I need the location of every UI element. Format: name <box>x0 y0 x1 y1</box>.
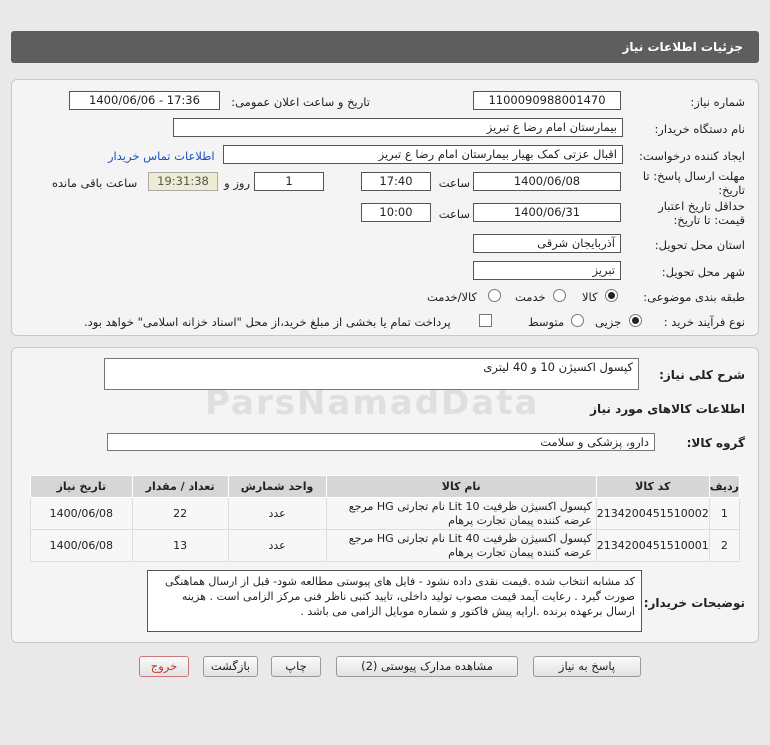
table-row: 1 2134200451510002 کپسول اکسیژن ظرفیت Li… <box>30 497 741 530</box>
row-qty: 22 <box>131 497 229 530</box>
deadline-label-line1: مهلت ارسال پاسخ: تا <box>642 169 745 183</box>
exit-button[interactable]: خروج <box>139 656 189 677</box>
category-service-label: خدمت <box>515 290 546 304</box>
process-minor-label: جزیی <box>595 315 622 329</box>
row-date: 1400/06/08 <box>30 497 133 530</box>
col-header-unit: واحد شمارش <box>227 475 327 498</box>
creator-label: ایجاد کننده درخواست: <box>639 149 745 163</box>
page-title: جزئیات اطلاعات نیاز <box>622 40 743 54</box>
process-minor-radio[interactable] <box>629 314 642 327</box>
row-unit: عدد <box>227 529 327 562</box>
back-button[interactable]: بازگشت <box>203 656 258 677</box>
announce-datetime-label: تاریخ و ساعت اعلان عمومی: <box>231 95 370 109</box>
col-header-index: ردیف <box>708 475 741 498</box>
buyer-org-field: بیمارستان امام رضا ع تبریز <box>173 118 623 137</box>
announce-datetime-field: 1400/06/06 - 17:36 <box>69 91 220 110</box>
goods-group-label: گروه کالا: <box>686 436 745 450</box>
remaining-days-field: 1 <box>254 172 324 191</box>
print-button[interactable]: چاپ <box>271 656 321 677</box>
validity-time-field: 10:00 <box>361 203 431 222</box>
remaining-time-field: 19:31:38 <box>148 172 218 191</box>
remaining-time-label: ساعت باقی مانده <box>52 176 138 190</box>
validity-label-line2: قیمت: تا تاریخ: <box>673 213 745 227</box>
need-number-field: 1100090988001470 <box>473 91 621 110</box>
validity-time-label: ساعت <box>438 207 470 221</box>
deadline-time-field: 17:40 <box>361 172 431 191</box>
reply-button[interactable]: پاسخ به نیاز <box>533 656 641 677</box>
process-medium-radio[interactable] <box>571 314 584 327</box>
col-header-date: تاریخ نیاز <box>30 475 133 498</box>
row-code: 2134200451510002 <box>595 497 710 530</box>
category-goods-radio[interactable] <box>605 289 618 302</box>
summary-field: کپسول اکسیژن 10 و 40 لیتری <box>104 358 639 390</box>
row-code: 2134200451510001 <box>595 529 710 562</box>
table-row: 2 2134200451510001 کپسول اکسیژن ظرفیت Li… <box>30 529 741 562</box>
process-type-label: نوع فرآیند خرید : <box>663 315 745 329</box>
deadline-time-label: ساعت <box>438 176 470 190</box>
goods-table: ردیف کد کالا نام کالا واحد شمارش تعداد /… <box>30 475 741 562</box>
category-label: طبقه بندی موضوعی: <box>643 290 745 304</box>
col-header-qty: تعداد / مقدار <box>131 475 229 498</box>
row-qty: 13 <box>131 529 229 562</box>
row-name: کپسول اکسیژن ظرفیت Lit 40 نام تجارتی HG … <box>325 529 597 562</box>
page-header: جزئیات اطلاعات نیاز <box>11 31 759 63</box>
col-header-name: نام کالا <box>325 475 597 498</box>
treasury-payment-checkbox[interactable] <box>479 314 492 327</box>
category-goods-service-label: کالا/خدمت <box>427 290 478 304</box>
deadline-label-line2: تاریخ: <box>718 183 745 197</box>
goods-table-header: ردیف کد کالا نام کالا واحد شمارش تعداد /… <box>30 475 741 498</box>
view-attachments-button[interactable]: مشاهده مدارک پیوستی (2) <box>336 656 518 677</box>
buyer-notes-label: توضیحات خریدار: <box>643 596 745 610</box>
row-name: کپسول اکسیژن ظرفیت Lit 10 نام تجارتی HG … <box>325 497 597 530</box>
buyer-contact-link[interactable]: اطلاعات تماس خریدار <box>108 149 215 163</box>
validity-date-field: 1400/06/31 <box>473 203 621 222</box>
treasury-payment-note: پرداخت تمام یا بخشی از مبلغ خرید،از محل … <box>84 315 451 329</box>
row-unit: عدد <box>227 497 327 530</box>
validity-label-line1: حداقل تاریخ اعتبار <box>658 199 745 213</box>
goods-group-field: دارو، پزشکی و سلامت <box>107 433 655 451</box>
province-label: استان محل تحویل: <box>654 238 745 252</box>
row-index: 1 <box>708 497 741 530</box>
deadline-date-field: 1400/06/08 <box>473 172 621 191</box>
row-index: 2 <box>708 529 741 562</box>
category-goods-label: کالا <box>582 290 598 304</box>
days-label: روز و <box>224 176 250 190</box>
city-label: شهر محل تحویل: <box>661 265 745 279</box>
goods-info-title: اطلاعات کالاهای مورد نیاز <box>590 402 745 416</box>
creator-field: اقبال عزتی کمک بهیار بیمارستان امام رضا … <box>223 145 623 164</box>
category-goods-service-radio[interactable] <box>488 289 501 302</box>
col-header-code: کد کالا <box>595 475 710 498</box>
summary-label: شرح کلی نیاز: <box>659 368 745 382</box>
need-number-label: شماره نیاز: <box>690 95 745 109</box>
buyer-notes-field: کد مشابه انتخاب شده .قیمت نقدی داده نشود… <box>147 570 642 632</box>
category-service-radio[interactable] <box>553 289 566 302</box>
row-date: 1400/06/08 <box>30 529 133 562</box>
province-field: آذربایجان شرقی <box>473 234 621 253</box>
process-medium-label: متوسط <box>528 315 565 329</box>
buyer-org-label: نام دستگاه خریدار: <box>654 122 745 136</box>
city-field: تبریز <box>473 261 621 280</box>
